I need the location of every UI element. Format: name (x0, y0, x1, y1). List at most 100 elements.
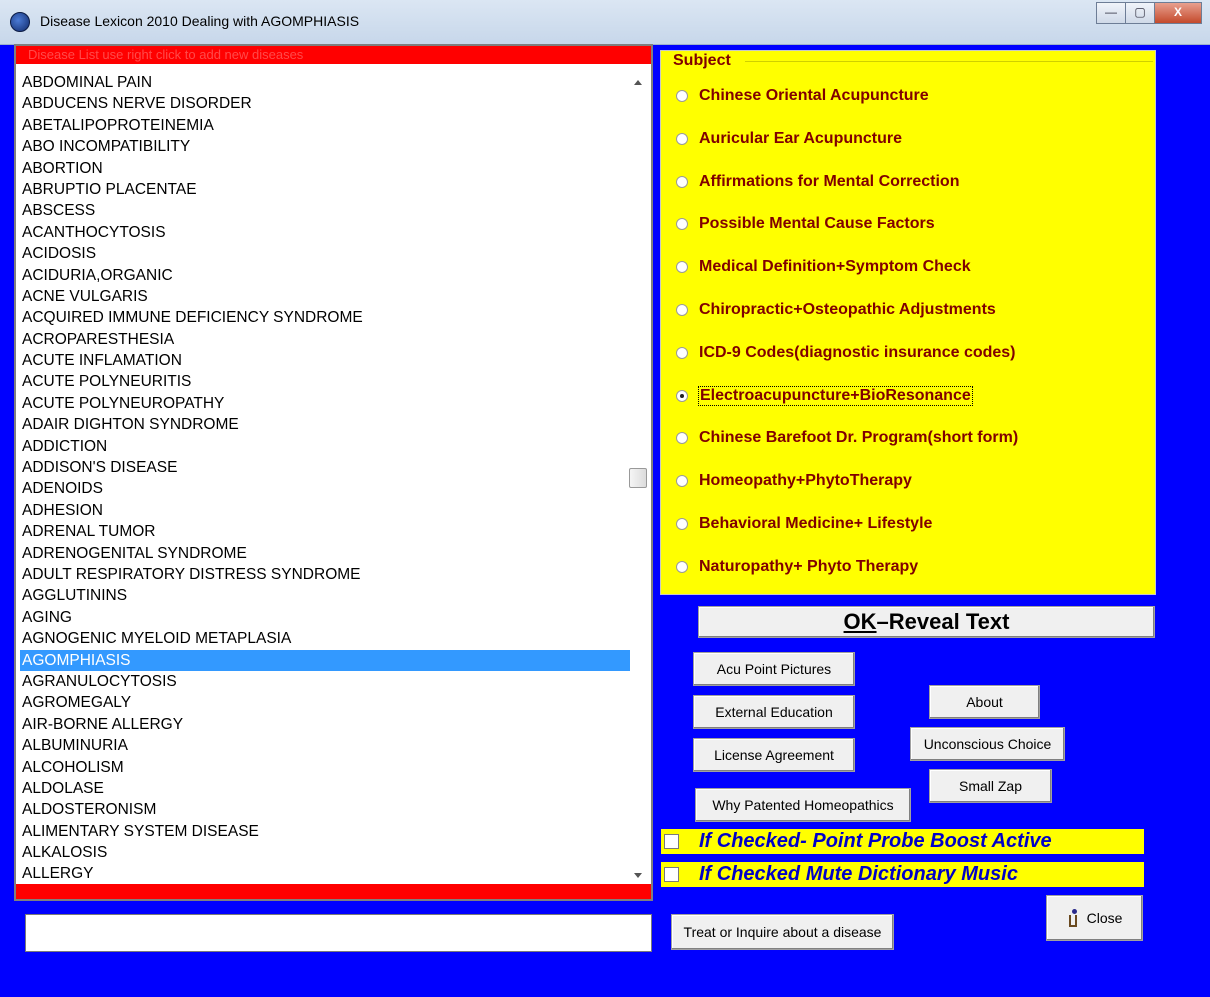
subject-option[interactable]: Possible Mental Cause Factors (676, 212, 935, 236)
disease-list-item[interactable]: ABO INCOMPATIBILITY (20, 136, 630, 157)
disease-list-item[interactable]: ADULT RESPIRATORY DISTRESS SYNDROME (20, 564, 630, 585)
radio-button-icon[interactable] (676, 90, 688, 102)
disease-search-input[interactable] (25, 914, 652, 952)
scroll-up-arrow-icon[interactable] (634, 80, 642, 85)
radio-button-icon[interactable] (676, 389, 688, 402)
license-agreement-button[interactable]: License Agreement (693, 738, 855, 772)
radio-button-icon[interactable] (676, 218, 688, 231)
disease-list-item[interactable]: ABETALIPOPROTEINEMIA (20, 115, 630, 136)
disease-list-item[interactable]: ALDOLASE (20, 778, 630, 799)
disease-list-item[interactable]: ACUTE INFLAMATION (20, 350, 630, 371)
why-patented-homeopathics-button[interactable]: Why Patented Homeopathics (695, 788, 911, 822)
subject-option[interactable]: Auricular Ear Acupuncture (676, 127, 902, 151)
probe-boost-row[interactable]: If Checked- Point Probe Boost Active (661, 829, 1144, 854)
subject-option[interactable]: Chinese Barefoot Dr. Program(short form) (676, 426, 1018, 450)
external-education-button[interactable]: External Education (693, 695, 855, 729)
disease-list-item[interactable]: AGNOGENIC MYELOID METAPLASIA (20, 628, 630, 649)
disease-list-header: Disease List use right click to add new … (16, 46, 651, 64)
radio-button-icon[interactable] (676, 475, 688, 488)
subject-option[interactable]: Naturopathy+ Phyto Therapy (676, 555, 918, 579)
disease-list-item[interactable]: ADRENOGENITAL SYNDROME (20, 543, 630, 564)
scroll-down-arrow-icon[interactable] (634, 873, 642, 878)
disease-list-item[interactable]: ACIDOSIS (20, 243, 630, 264)
subject-option-label: Chinese Barefoot Dr. Program(short form) (699, 429, 1019, 447)
subject-option[interactable]: Electroacupuncture+BioResonance (676, 384, 973, 408)
close-window-button[interactable]: X (1154, 2, 1202, 24)
maximize-button[interactable]: ▢ (1125, 2, 1155, 24)
subject-option[interactable]: Chinese Oriental Acupuncture (676, 84, 929, 108)
subject-option[interactable]: Affirmations for Mental Correction (676, 170, 959, 194)
mute-music-row[interactable]: If Checked Mute Dictionary Music (661, 862, 1144, 887)
disease-list-item[interactable]: ADAIR DIGHTON SYNDROME (20, 414, 630, 435)
radio-button-icon[interactable] (676, 432, 688, 445)
radio-button-icon[interactable] (676, 132, 688, 145)
groupbox-line (745, 61, 1153, 62)
app-globe-icon[interactable] (10, 12, 30, 32)
disease-list-item[interactable]: ABDOMINAL PAIN (20, 72, 630, 93)
disease-list-item[interactable]: ABDUCENS NERVE DISORDER (20, 93, 630, 114)
subject-option-label: Chinese Oriental Acupuncture (699, 87, 929, 104)
close-button[interactable]: Close (1046, 895, 1143, 941)
disease-list-item[interactable]: ACNE VULGARIS (20, 286, 630, 307)
subject-title: Subject (673, 52, 731, 69)
disease-list-item[interactable]: ALDOSTERONISM (20, 799, 630, 820)
disease-list-item[interactable]: ACUTE POLYNEURITIS (20, 371, 630, 392)
disease-list-item[interactable]: AGOMPHIASIS (20, 649, 630, 671)
small-zap-button[interactable]: Small Zap (929, 769, 1052, 803)
disease-list-item[interactable]: AGRANULOCYTOSIS (20, 671, 630, 692)
disease-list[interactable]: Disease List use right click to add new … (14, 44, 653, 901)
subject-option[interactable]: Homeopathy+PhytoTherapy (676, 469, 912, 493)
minimize-button[interactable]: — (1096, 2, 1126, 24)
radio-button-icon[interactable] (676, 518, 688, 530)
scrollbar-thumb[interactable] (629, 468, 647, 488)
disease-list-item[interactable]: ABRUPTIO PLACENTAE (20, 179, 630, 200)
radio-button-icon[interactable] (676, 304, 688, 316)
disease-list-item[interactable]: ACROPARESTHESIA (20, 329, 630, 350)
subject-option-label: Homeopathy+PhytoTherapy (699, 472, 912, 490)
radio-button-icon[interactable] (676, 560, 688, 573)
disease-list-item[interactable]: ALBUMINURIA (20, 735, 630, 756)
probe-boost-checkbox[interactable] (664, 834, 679, 849)
radio-button-icon[interactable] (676, 261, 688, 274)
disease-list-item[interactable]: ABSCESS (20, 200, 630, 221)
disease-list-item[interactable]: AGING (20, 607, 630, 628)
disease-list-item[interactable]: ACQUIRED IMMUNE DEFICIENCY SYNDROME (20, 307, 630, 328)
subject-option-label: Affirmations for Mental Correction (699, 172, 960, 190)
disease-list-item[interactable]: ADENOIDS (20, 478, 630, 499)
disease-list-item[interactable]: ALCOHOLISM (20, 757, 630, 778)
disease-list-item[interactable]: AGROMEGALY (20, 692, 630, 713)
subject-option[interactable]: Medical Definition+Symptom Check (676, 255, 971, 279)
disease-list-item[interactable]: ACIDURIA,ORGANIC (20, 265, 630, 286)
disease-list-item[interactable]: AIR-BORNE ALLERGY (20, 714, 630, 735)
disease-list-item[interactable]: ABORTION (20, 158, 630, 179)
about-button[interactable]: About (929, 685, 1040, 719)
ok-reveal-text-button[interactable]: OK –Reveal Text (698, 606, 1155, 638)
disease-list-footer (16, 884, 651, 899)
disease-list-item[interactable]: ADRENAL TUMOR (20, 521, 630, 542)
disease-list-item[interactable]: ADDICTION (20, 436, 630, 457)
disease-list-items: ABDOMINAL PAIN ABDUCENS NERVE DISORDER ABE… (20, 72, 630, 885)
disease-list-item[interactable]: ACANTHOCYTOSIS (20, 222, 630, 243)
exit-door-icon (1067, 909, 1081, 927)
disease-list-item[interactable]: ALIMENTARY SYSTEM DISEASE (20, 821, 630, 842)
treat-inquire-button[interactable]: Treat or Inquire about a disease (671, 914, 894, 950)
subject-option[interactable]: Behavioral Medicine+ Lifestyle (676, 512, 932, 536)
subject-option-label: Naturopathy+ Phyto Therapy (699, 557, 919, 575)
radio-button-icon[interactable] (676, 346, 688, 359)
mute-music-checkbox[interactable] (664, 867, 679, 882)
disease-list-item[interactable]: AGGLUTININS (20, 585, 630, 606)
disease-list-item[interactable]: ACUTE POLYNEUROPATHY (20, 393, 630, 414)
subject-option[interactable]: Chiropractic+Osteopathic Adjustments (676, 298, 996, 322)
disease-list-item[interactable]: ADHESION (20, 500, 630, 521)
subject-option[interactable]: ICD-9 Codes(diagnostic insurance codes) (676, 341, 1016, 365)
acu-point-pictures-button[interactable]: Acu Point Pictures (693, 652, 855, 686)
subject-option-label: ICD-9 Codes(diagnostic insurance codes) (699, 343, 1016, 361)
mute-music-label: If Checked Mute Dictionary Music (699, 863, 1018, 885)
unconscious-choice-button[interactable]: Unconscious Choice (910, 727, 1065, 761)
disease-list-item[interactable]: ADDISON'S DISEASE (20, 457, 630, 478)
disease-list-item[interactable]: ALLERGY (20, 863, 630, 884)
radio-button-icon[interactable] (676, 175, 688, 188)
list-scrollbar[interactable] (629, 72, 647, 884)
close-button-label: Close (1086, 910, 1123, 926)
disease-list-item[interactable]: ALKALOSIS (20, 842, 630, 863)
